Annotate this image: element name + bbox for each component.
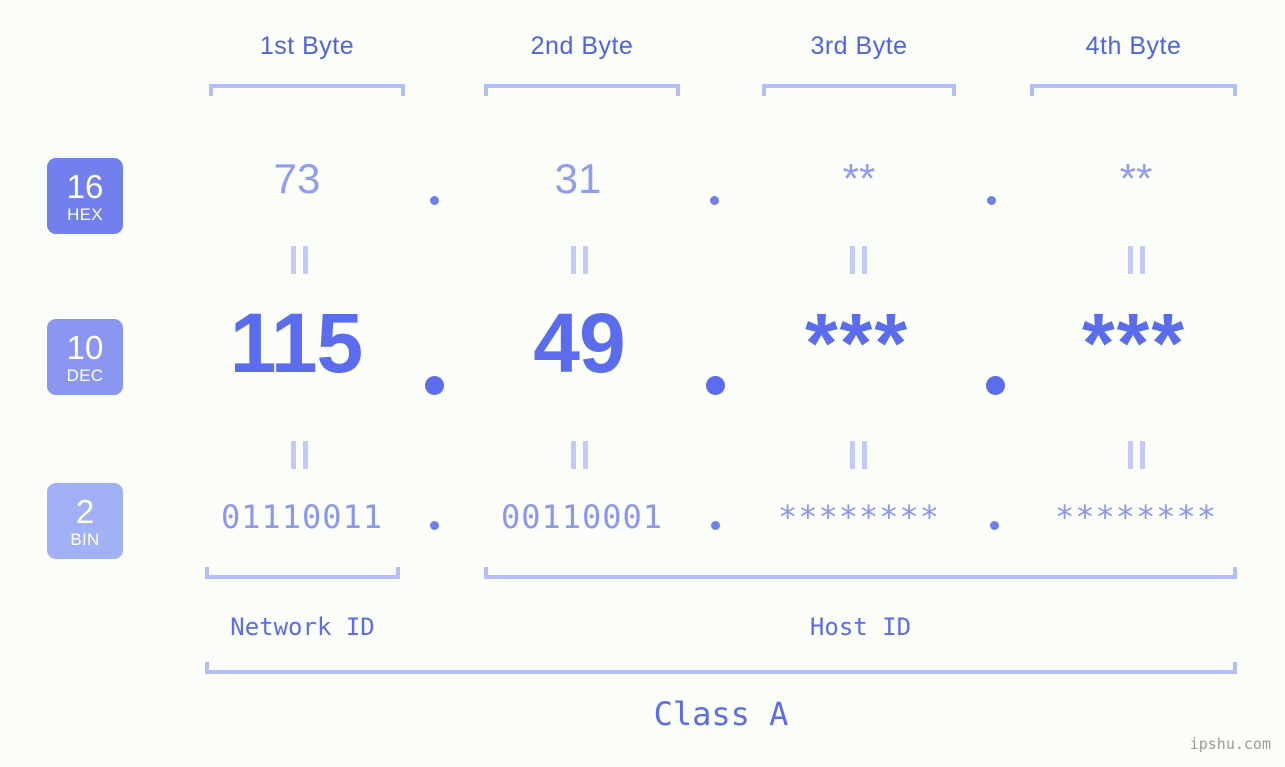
hex-separator-1 [430,196,439,205]
base-badge-dec-number: 10 [66,328,104,366]
host-id-label: Host ID [809,613,912,641]
hex-byte-3: ** [842,155,876,202]
dec-separator-2 [706,376,725,395]
equals-mark-hex-dec-1 [291,246,308,274]
base-badge-bin: 2 BIN [47,483,123,559]
byte-bracket-3 [762,84,956,96]
base-badge-dec: 10 DEC [47,319,123,395]
network-id-bracket [205,567,400,579]
bin-separator-2 [711,521,720,530]
byte-header-3: 3rd Byte [810,32,908,60]
equals-mark-hex-dec-4 [1128,246,1145,274]
equals-mark-hex-dec-3 [850,246,867,274]
hex-separator-2 [710,196,719,205]
dec-byte-1: 115 [229,296,364,390]
dec-byte-2: 49 [533,296,625,390]
byte-bracket-4 [1030,84,1237,96]
class-bracket [205,662,1237,674]
equals-mark-dec-bin-4 [1128,441,1145,469]
byte-bracket-2 [484,84,680,96]
dec-byte-4: *** [1081,296,1187,390]
equals-mark-dec-bin-3 [850,441,867,469]
equals-mark-dec-bin-2 [571,441,588,469]
bin-byte-2: 00110001 [500,498,664,536]
base-badge-dec-abbr: DEC [66,365,104,385]
network-id-label: Network ID [230,613,375,641]
bin-byte-1: 01110011 [220,498,384,536]
hex-byte-2: 31 [554,155,602,202]
hex-byte-1: 73 [273,155,321,202]
base-badge-bin-number: 2 [75,492,95,530]
byte-header-1: 1st Byte [259,32,355,60]
dec-byte-3: *** [804,296,910,390]
ip-breakdown-diagram: 1st Byte 2nd Byte 3rd Byte 4th Byte 16 H… [0,0,1285,767]
host-id-bracket [484,567,1237,579]
base-badge-hex-number: 16 [66,167,104,205]
bin-separator-3 [990,521,999,530]
bin-separator-1 [430,521,439,530]
bin-byte-3: ******** [777,498,941,536]
dec-separator-1 [425,376,444,395]
byte-bracket-1 [209,84,405,96]
hex-separator-3 [987,196,996,205]
bin-byte-4: ******** [1054,498,1218,536]
byte-header-4: 4th Byte [1085,32,1182,60]
equals-mark-dec-bin-1 [291,441,308,469]
class-label: Class A [653,695,789,733]
dec-separator-3 [986,376,1005,395]
equals-mark-hex-dec-2 [571,246,588,274]
base-badge-hex-abbr: HEX [67,204,103,224]
hex-byte-4: ** [1119,155,1153,202]
byte-header-2: 2nd Byte [530,32,634,60]
base-badge-bin-abbr: BIN [70,529,100,549]
site-watermark: ipshu.com [1189,735,1271,753]
base-badge-hex: 16 HEX [47,158,123,234]
